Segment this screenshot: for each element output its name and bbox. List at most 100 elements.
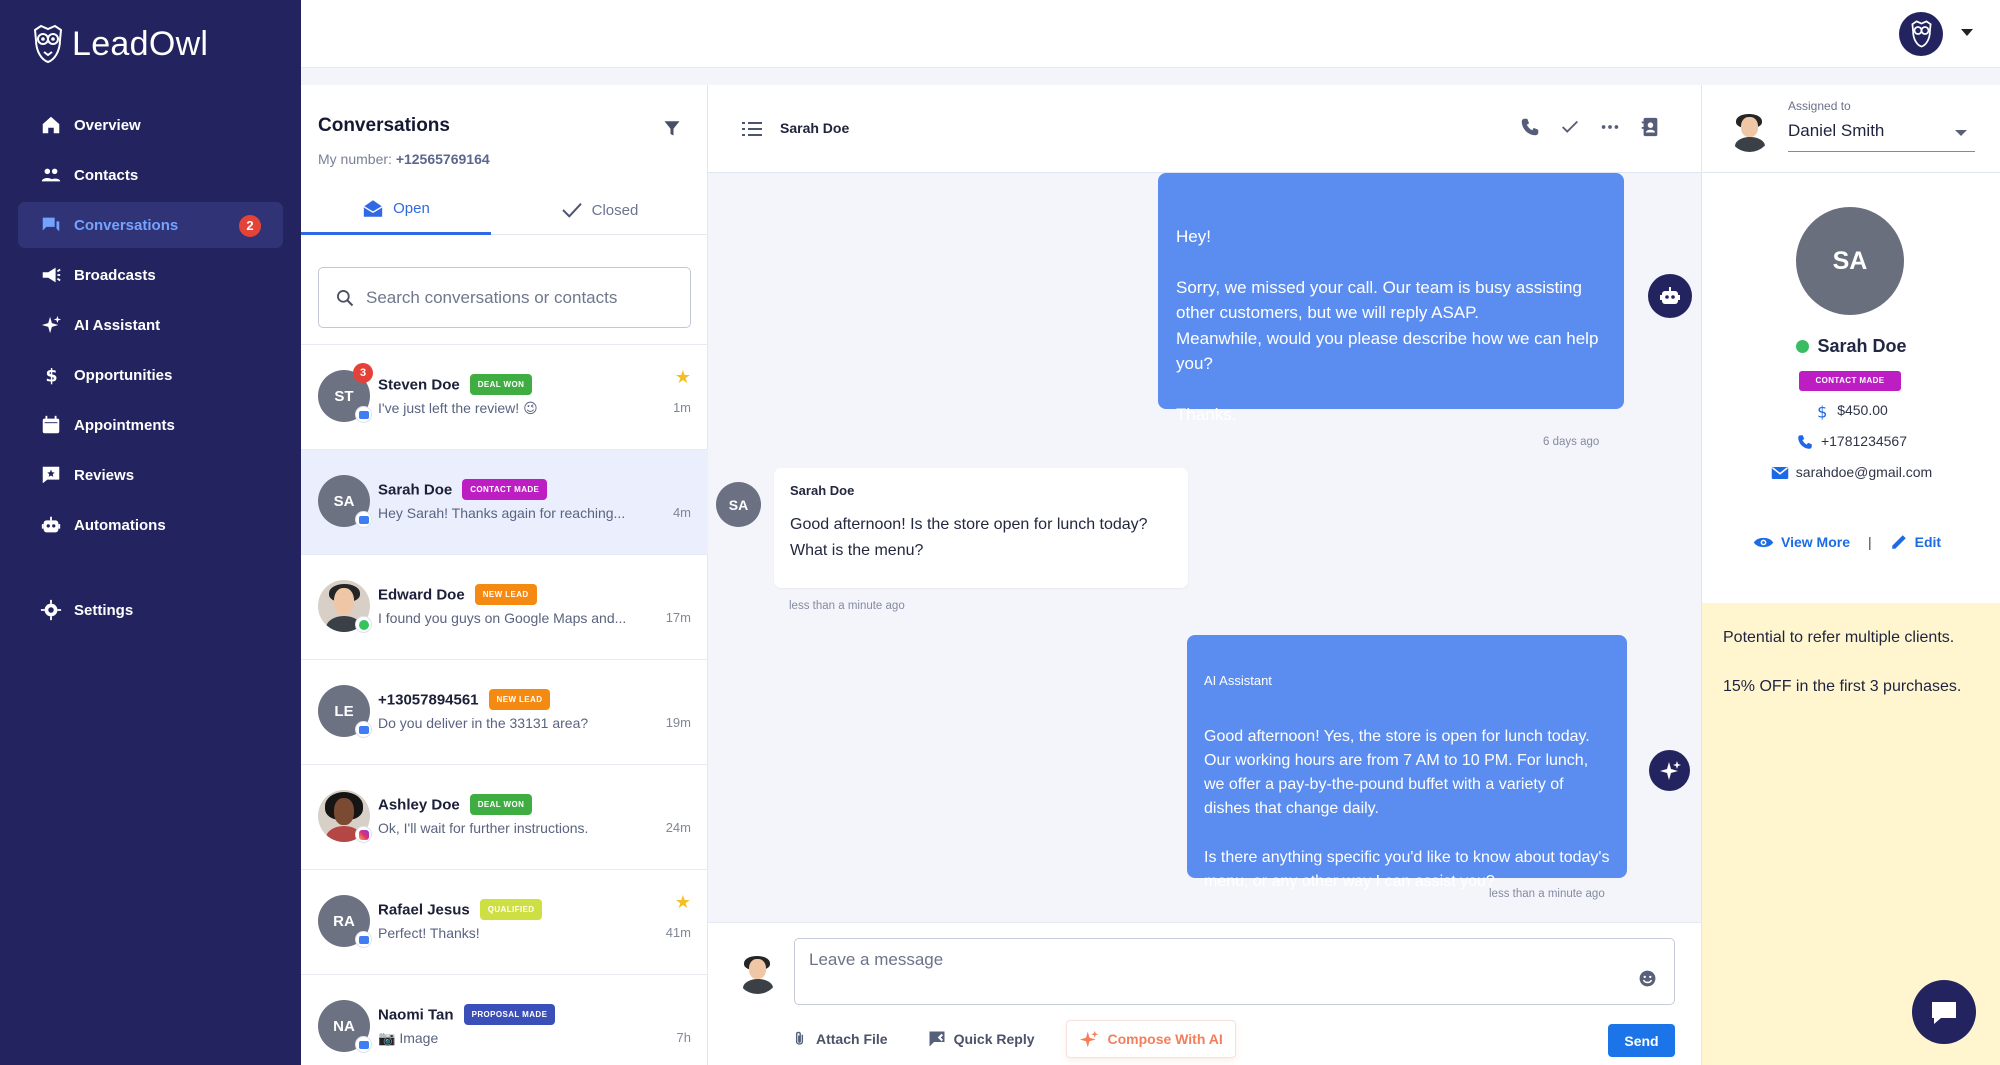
conversation-preview: I've just left the review! 😉 [378,400,538,416]
status-tag: CONTACT MADE [462,479,548,500]
conversation-search-input[interactable]: Search conversations or contacts [318,267,691,328]
nav-item-settings[interactable]: Settings [18,587,283,633]
star-icon[interactable]: ★ [675,367,691,388]
conversation-time: 1m [672,400,691,415]
nav-item-label: Conversations [74,216,179,234]
conversation-name: Rafael Jesus [378,901,470,919]
conversation-item-steven-doe[interactable]: ST 3 Steven Doe DEAL WON I've just left t… [301,344,708,449]
list-icon[interactable] [742,121,762,137]
conversation-name: Steven Doe [378,376,460,394]
phone-icon[interactable] [1519,116,1541,138]
leadowl-logo[interactable]: LeadOwl [32,24,208,64]
phone-icon [1798,435,1812,450]
nav-item-appointments[interactable]: Appointments [18,402,283,448]
robot-icon [41,516,61,533]
edit-button[interactable]: Edit [1890,533,1941,551]
tab-open[interactable]: Open [301,185,491,235]
deal-amount-row: $ $450.00 [1702,402,2000,422]
nav-item-reviews[interactable]: Reviews [18,452,283,498]
profile-status-tag: CONTACT MADE [1799,371,1901,391]
account-avatar[interactable] [1899,12,1943,56]
nav-item-label: Reviews [74,466,135,484]
conversation-preview: Do you deliver in the 33131 area? [378,715,589,731]
nav-item-overview[interactable]: Overview [18,102,283,148]
message-composer: Leave a message Attach File Quick Reply … [708,922,1701,1065]
conversation-name-row: +13057894561 NEW LEAD [378,689,551,711]
conversation-item-rafael-jesus[interactable]: RA Rafael Jesus QUALIFIED Perfect! Thanks… [301,869,708,974]
home-icon [42,116,60,134]
tab-closed[interactable]: Closed [491,185,708,235]
message-time: less than a minute ago [789,600,905,612]
conversation-item-13057894561[interactable]: LE +13057894561 NEW LEAD Do you deliver i… [301,659,708,764]
contact-actions: View More | Edit [1753,533,1973,551]
assigned-user-select[interactable]: Daniel Smith [1788,121,1975,152]
attach-file-button[interactable]: Attach File [791,1030,888,1048]
eye-icon [1753,537,1774,547]
quick-reply-button[interactable]: Quick Reply [928,1030,1035,1048]
unread-count-badge: 2 [239,215,261,237]
composer-actions: Attach File Quick Reply Compose With AI [791,1023,1275,1055]
email-address: sarahdoe@gmail.com [1795,464,1933,480]
conversation-name-row: Steven Doe DEAL WON [378,374,533,396]
nav-item-opportunities[interactable]: $ Opportunities [18,352,283,398]
nav-item-broadcasts[interactable]: Broadcasts [18,252,283,298]
sparkle-icon [1079,1030,1098,1047]
conversation-name: Edward Doe [378,586,465,604]
status-tag: NEW LEAD [474,584,537,605]
conversation-item-sarah-doe[interactable]: SA Sarah Doe CONTACT MADE Hey Sarah! Than… [301,449,708,554]
nav-item-automations[interactable]: Automations [18,502,283,548]
paperclip-icon [795,1031,804,1045]
conversation-item-naomi-tan[interactable]: NA Naomi Tan PROPOSAL MADE 📷 Image 7h [301,974,708,1065]
nav-item-label: Settings [74,601,134,619]
quick-reply-icon [929,1031,945,1047]
nav-item-label: Overview [74,116,141,134]
star-icon[interactable]: ★ [675,892,691,913]
nav-item-contacts[interactable]: Contacts [18,152,283,198]
message-input[interactable]: Leave a message [794,938,1675,1005]
status-tag: PROPOSAL MADE [463,1004,556,1025]
email-row[interactable]: sarahdoe@gmail.com [1702,464,2000,480]
check-icon [561,203,582,218]
nav-item-label: Broadcasts [74,266,156,284]
compose-with-ai-button[interactable]: Compose With AI [1067,1021,1235,1057]
pencil-icon [1891,535,1906,549]
filter-icon[interactable] [663,119,681,137]
my-number-label: My number: [318,151,392,167]
outgoing-message-bubble: Hey! Sorry, we missed your call. Our tea… [1158,173,1624,424]
send-button[interactable]: Send [1608,1024,1675,1057]
quick-reply-label: Quick Reply [953,1031,1035,1047]
emoji-icon[interactable] [1638,969,1657,988]
check-icon[interactable] [1559,116,1581,138]
view-more-button[interactable]: View More [1753,534,1850,550]
conversation-item-ashley-doe[interactable]: Ashley Doe DEAL WON Ok, I'll wait for fur… [301,764,708,869]
nav-item-label: Appointments [74,416,175,434]
nav-item-conversations[interactable]: Conversations 2 [18,202,283,248]
message-time: less than a minute ago [1489,888,1605,900]
open-mail-icon [363,200,383,217]
phone-row[interactable]: +1781234567 [1702,433,2000,451]
chat-actions [1519,116,1661,138]
conversation-time: 17m [665,610,691,625]
chat-icon [42,217,60,232]
conversation-item-edward-doe[interactable]: Edward Doe NEW LEAD I found you guys on G… [301,554,708,659]
contact-card-icon[interactable] [1639,116,1661,138]
contact-details-panel: Assigned to Daniel Smith SA Sarah Doe CO… [1701,85,2000,1065]
conversation-preview: I found you guys on Google Maps and... [378,610,627,626]
conversations-panel: Conversations My number: +12565769164 Op… [301,85,708,1065]
tab-closed-label: Closed [591,201,639,219]
dollar-icon: $ [1817,403,1827,422]
message-text: Good afternoon! Yes, the store is open f… [1204,727,1610,891]
account-menu-caret-icon[interactable] [1961,29,1973,36]
action-separator: | [1868,534,1872,550]
conversation-preview: Hey Sarah! Thanks again for reaching... [378,505,626,521]
svg-text:$: $ [1817,403,1827,421]
conversation-name-row: Naomi Tan PROPOSAL MADE [378,1004,556,1026]
more-icon[interactable] [1599,116,1621,138]
conversation-time: 4m [672,505,691,520]
nav-item-ai-assistant[interactable]: AI Assistant [18,302,283,348]
status-tag: DEAL WON [469,374,533,395]
support-chat-button[interactable] [1912,980,1976,1044]
nav-item-label: AI Assistant [74,316,161,334]
conversation-time: 41m [665,925,691,940]
deal-amount: $450.00 [1837,402,1888,418]
